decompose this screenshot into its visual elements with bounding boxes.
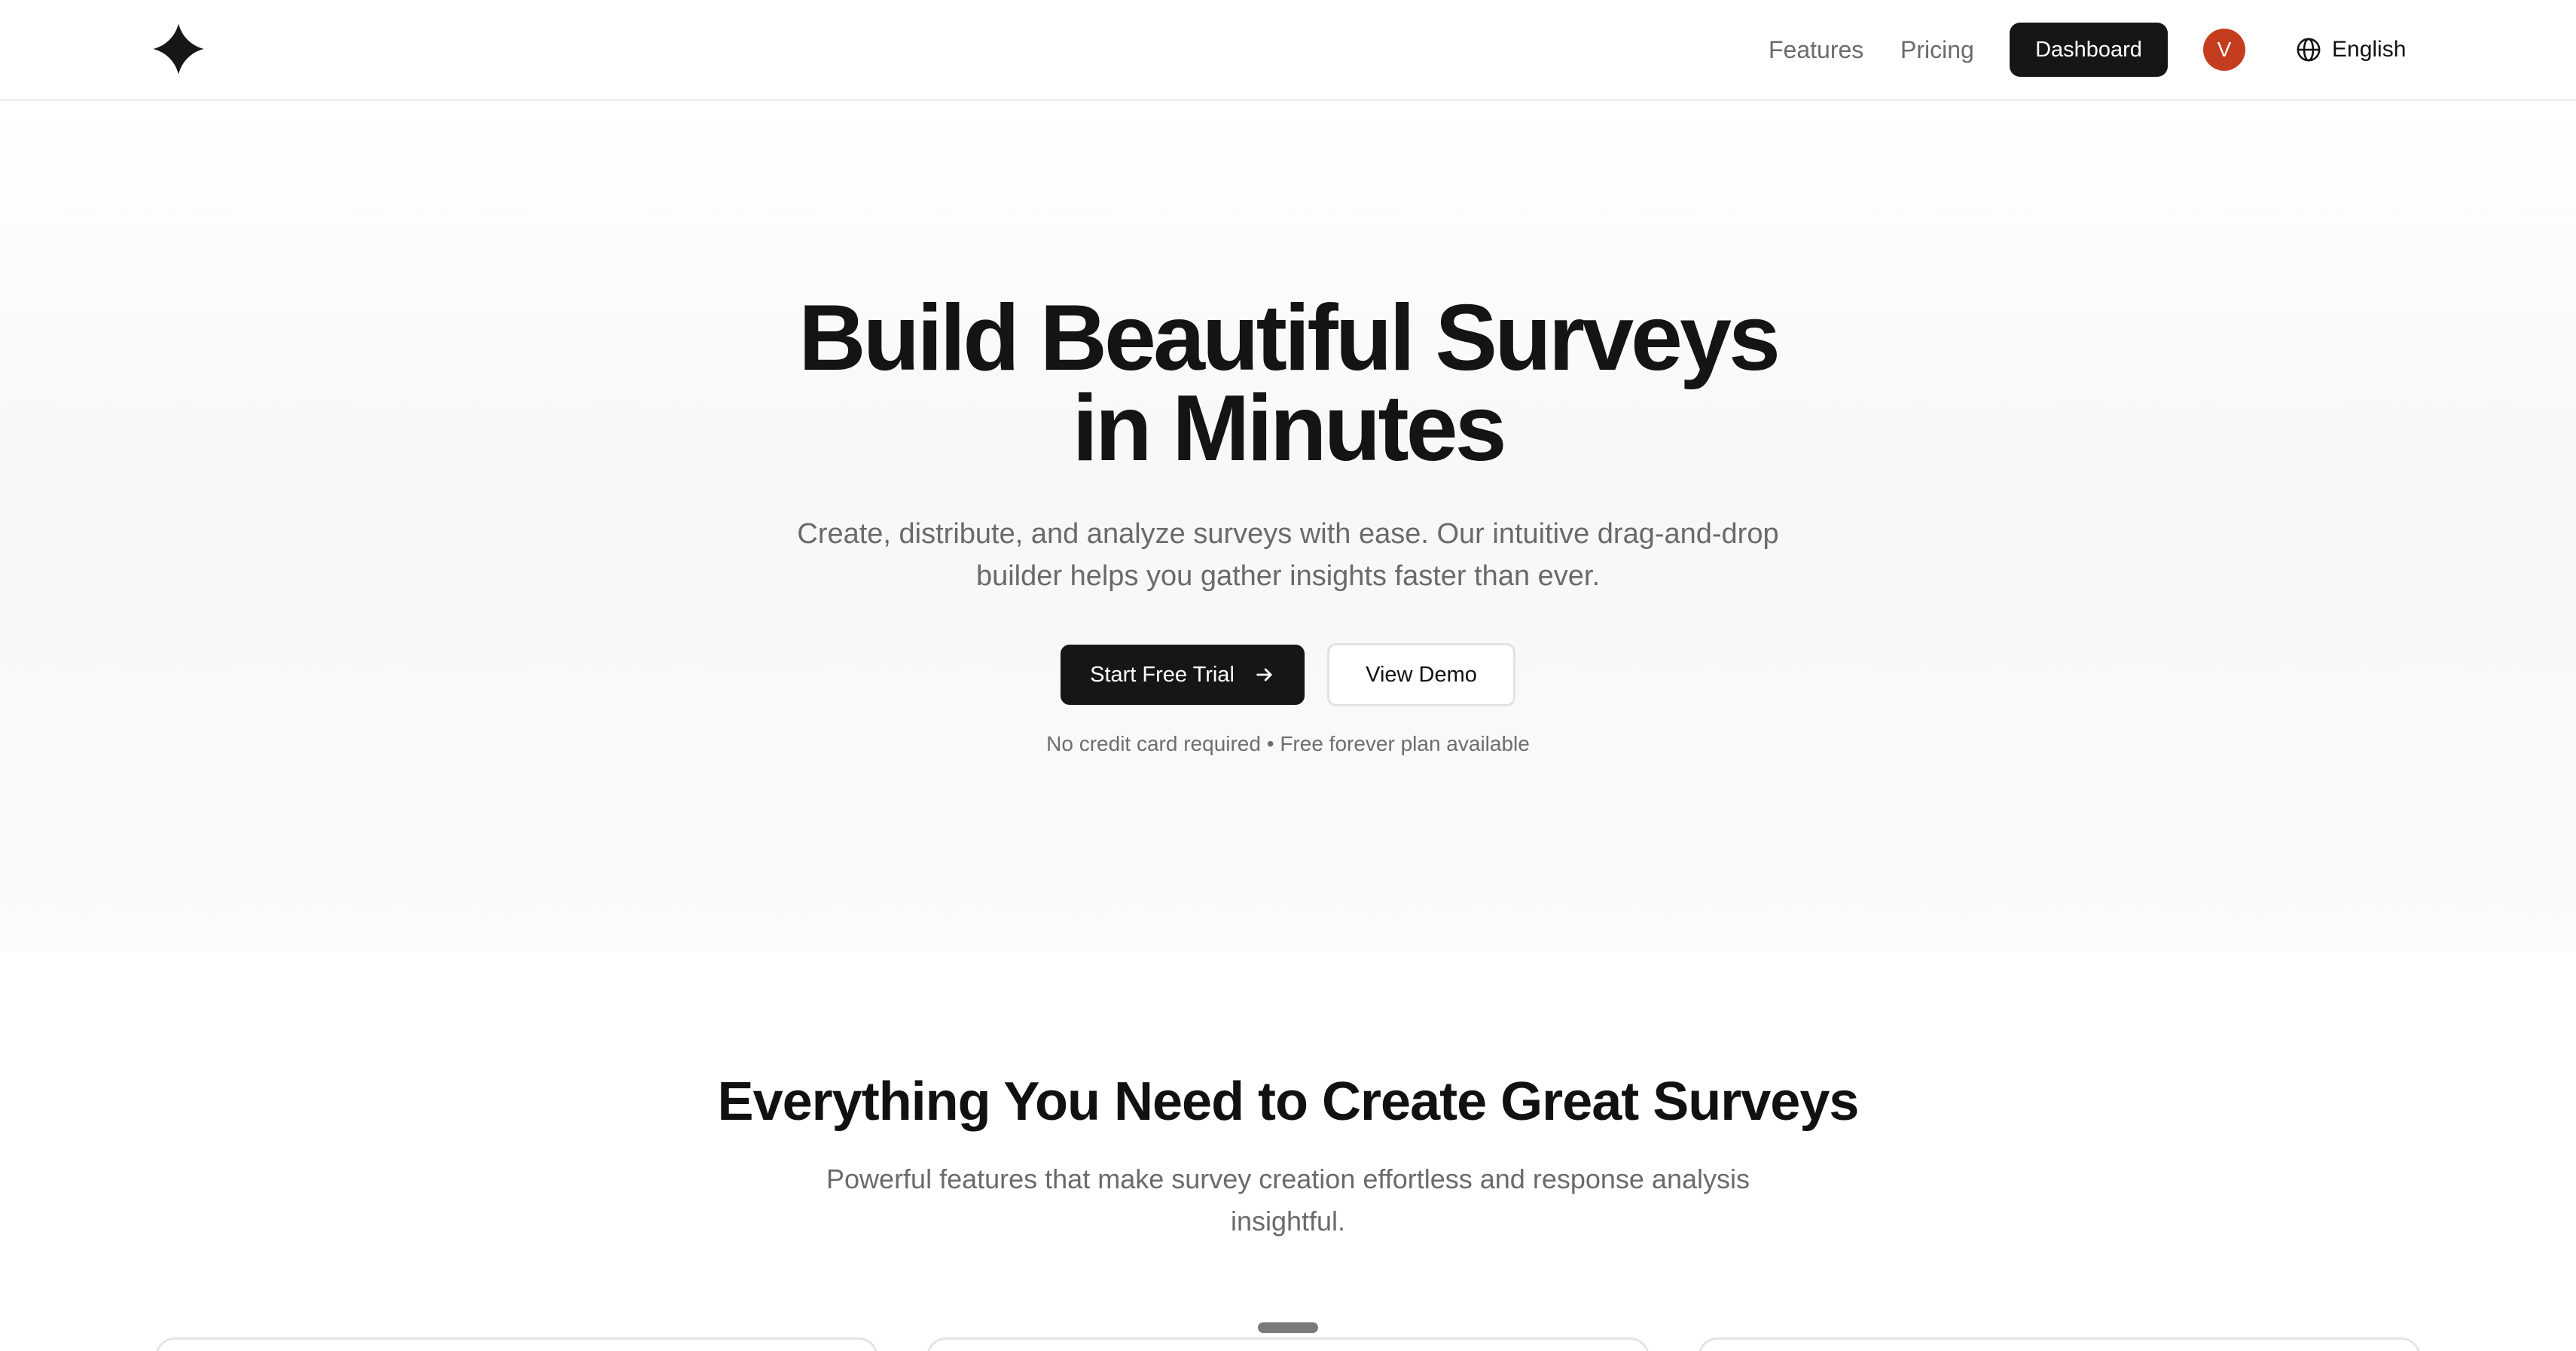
- start-free-trial-label: Start Free Trial: [1090, 662, 1235, 687]
- feature-card: [926, 1337, 1650, 1351]
- language-selector[interactable]: English: [2296, 33, 2406, 66]
- features-title: Everything You Need to Create Great Surv…: [717, 1072, 1860, 1132]
- start-free-trial-button[interactable]: Start Free Trial: [1061, 645, 1305, 705]
- dashboard-button[interactable]: Dashboard: [2010, 23, 2168, 77]
- landing-page: Features Pricing Dashboard V English Bui…: [0, 0, 2576, 1351]
- feature-card: [1698, 1337, 2421, 1351]
- top-navigation-bar: Features Pricing Dashboard V English: [0, 0, 2576, 101]
- arrow-right-icon: [1256, 668, 1272, 682]
- language-label: English: [2332, 37, 2407, 62]
- hero-title: Build Beautiful Surveys in Minutes: [0, 286, 2576, 480]
- hero-title-line-2: in Minutes: [1072, 377, 1506, 480]
- hero-section: Build Beautiful Surveys in Minutes Creat…: [0, 102, 2576, 952]
- hero-subtitle: Create, distribute, and analyze surveys …: [797, 518, 1779, 592]
- scroll-handle[interactable]: [1258, 1322, 1318, 1333]
- hero-note: No credit card required • Free forever p…: [1046, 732, 1530, 755]
- features-subtitle: Powerful features that make survey creat…: [826, 1163, 1750, 1237]
- view-demo-button[interactable]: View Demo: [1327, 643, 1515, 706]
- sparkle-logo-icon[interactable]: [152, 23, 205, 75]
- user-avatar[interactable]: V: [2203, 29, 2245, 71]
- nav-link-features[interactable]: Features: [1769, 33, 1863, 66]
- nav-link-pricing[interactable]: Pricing: [1900, 33, 1974, 66]
- hero-title-line-1: Build Beautiful Surveys: [798, 286, 1781, 390]
- feature-card: [155, 1337, 878, 1351]
- globe-icon: [2297, 38, 2321, 62]
